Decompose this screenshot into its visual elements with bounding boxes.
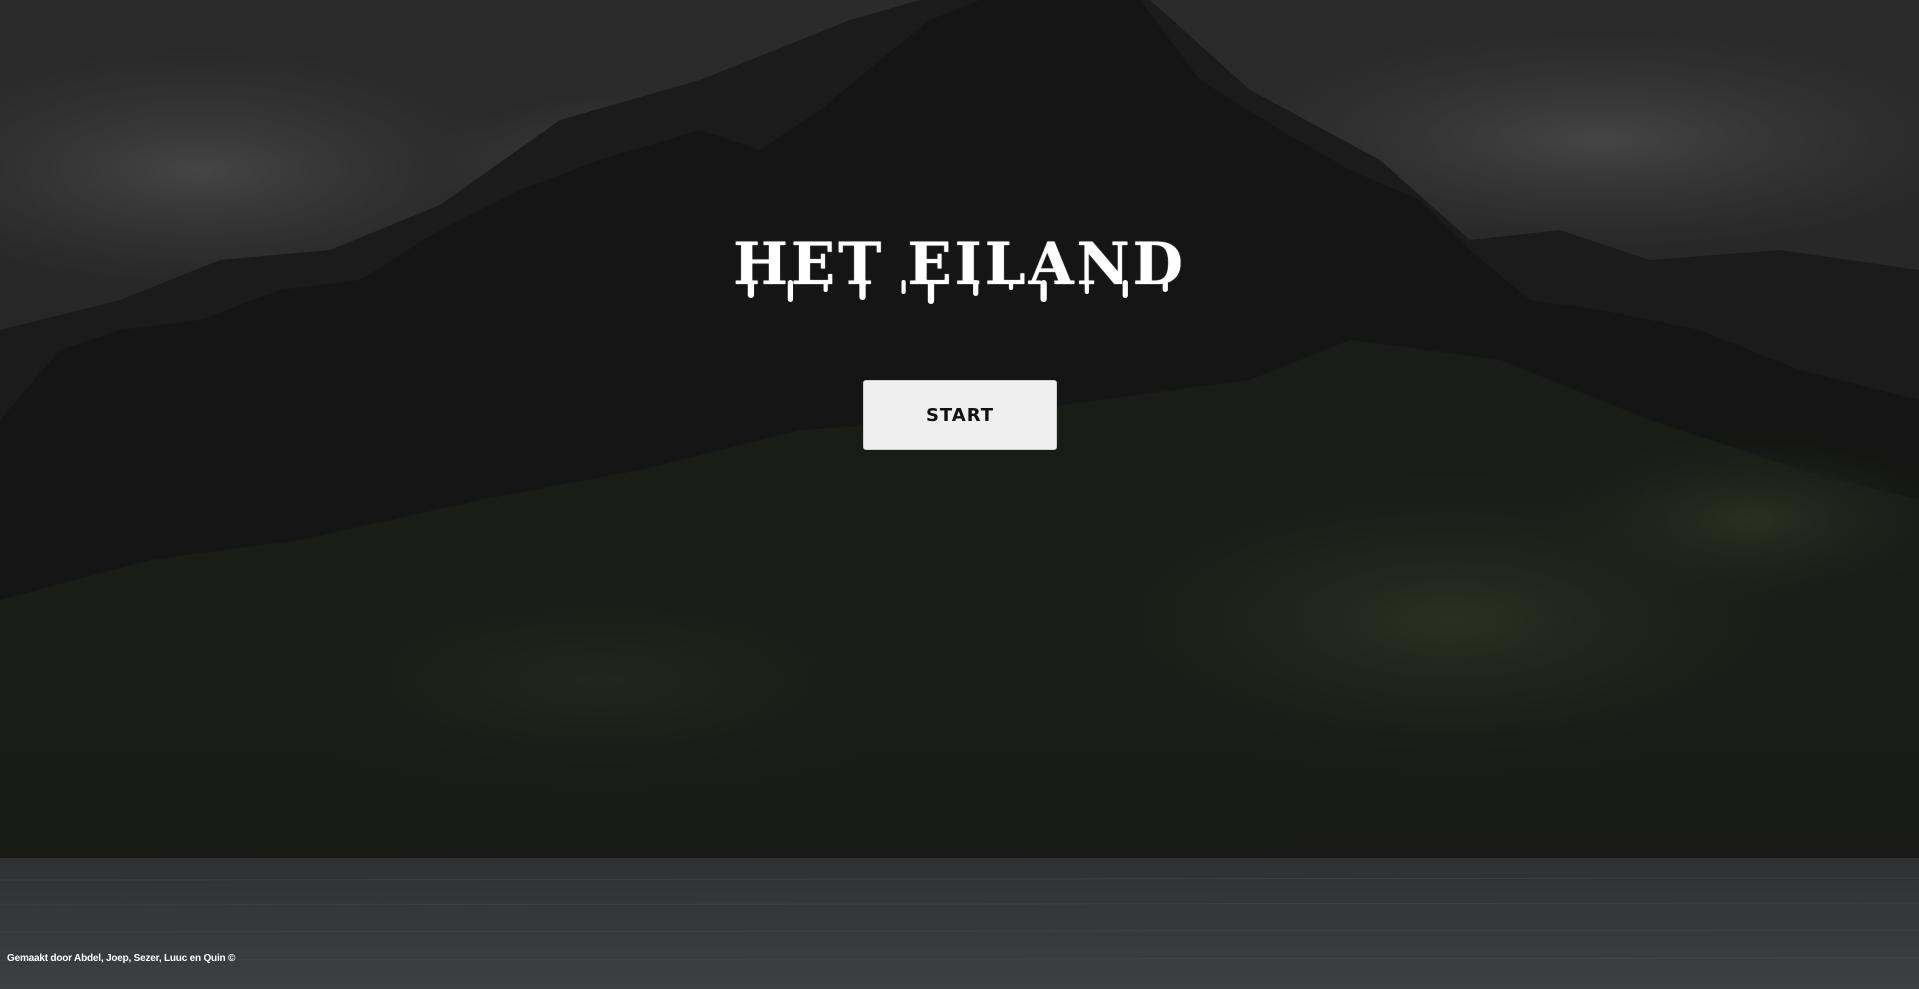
title-container: HET EILAND <box>0 230 1919 304</box>
game-title: HET EILAND <box>733 230 1186 304</box>
start-button[interactable]: START <box>863 380 1057 450</box>
game-start-screen: HET EILAND START Gemaakt door Abdel, Joe… <box>0 0 1919 989</box>
game-title-text: HET EILAND <box>733 230 1186 298</box>
mountain-island-background <box>0 0 1919 989</box>
footer-credit: Gemaakt door Abdel, Joep, Sezer, Luuc en… <box>7 953 236 964</box>
